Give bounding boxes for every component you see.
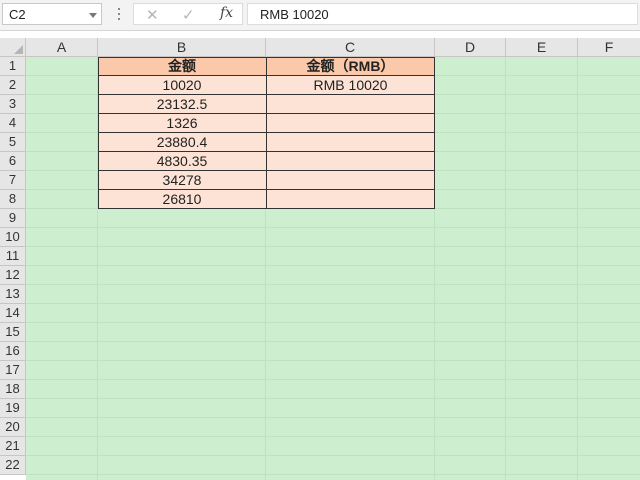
gridline — [26, 455, 640, 456]
column-header-e[interactable]: E — [506, 38, 578, 57]
formula-bar: C2 ✕ ✓ fx RMB 10020 — [0, 0, 640, 31]
row-header[interactable]: 18 — [0, 380, 26, 399]
gridline — [26, 341, 640, 342]
cell-c2[interactable]: RMB 10020 — [266, 76, 435, 95]
cell-b5[interactable]: 23880.4 — [98, 133, 266, 152]
row-header[interactable]: 12 — [0, 266, 26, 285]
cell-c3[interactable] — [266, 95, 435, 114]
gridline — [26, 227, 640, 228]
cancel-icon[interactable]: ✕ — [146, 6, 159, 24]
gridline — [26, 474, 640, 475]
row-header[interactable]: 5 — [0, 133, 26, 152]
cell-b7[interactable]: 34278 — [98, 171, 266, 190]
row-header[interactable]: 22 — [0, 456, 26, 475]
enter-icon[interactable]: ✓ — [182, 6, 195, 24]
row-header[interactable]: 14 — [0, 304, 26, 323]
row-header[interactable]: 20 — [0, 418, 26, 437]
cell-b1[interactable]: 金额 — [98, 57, 266, 76]
row-header[interactable]: 6 — [0, 152, 26, 171]
row-header[interactable]: 10 — [0, 228, 26, 247]
row-header[interactable]: 7 — [0, 171, 26, 190]
row-header[interactable]: 8 — [0, 190, 26, 209]
row-header[interactable]: 21 — [0, 437, 26, 456]
formula-input[interactable]: RMB 10020 — [247, 3, 638, 25]
cell-b6[interactable]: 4830.35 — [98, 152, 266, 171]
column-header-a[interactable]: A — [26, 38, 98, 57]
row-header[interactable]: 15 — [0, 323, 26, 342]
row-header[interactable]: 2 — [0, 76, 26, 95]
cell-c4[interactable] — [266, 114, 435, 133]
more-options-icon[interactable] — [118, 8, 121, 22]
gridline — [26, 303, 640, 304]
row-header[interactable]: 9 — [0, 209, 26, 228]
cell-c8[interactable] — [266, 190, 435, 209]
row-header[interactable]: 3 — [0, 95, 26, 114]
row-header[interactable]: 11 — [0, 247, 26, 266]
gridline — [26, 360, 640, 361]
cell-c7[interactable] — [266, 171, 435, 190]
row-header[interactable]: 1 — [0, 57, 26, 76]
cell-b3[interactable]: 23132.5 — [98, 95, 266, 114]
chevron-down-icon[interactable] — [89, 13, 97, 18]
column-header-c[interactable]: C — [266, 38, 435, 57]
name-box-value: C2 — [9, 7, 26, 22]
gridline — [26, 379, 640, 380]
formula-controls: ✕ ✓ fx — [133, 3, 243, 25]
column-header-b[interactable]: B — [98, 38, 266, 57]
gridline — [505, 57, 506, 480]
cell-c5[interactable] — [266, 133, 435, 152]
cell-c1[interactable]: 金额（RMB） — [266, 57, 435, 76]
gridline — [26, 246, 640, 247]
cell-b4[interactable]: 1326 — [98, 114, 266, 133]
cell-b8[interactable]: 26810 — [98, 190, 266, 209]
formula-text: RMB 10020 — [260, 7, 329, 22]
column-header-d[interactable]: D — [435, 38, 506, 57]
insert-function-icon[interactable]: fx — [220, 5, 233, 21]
gridline — [26, 284, 640, 285]
gridline — [26, 322, 640, 323]
row-header[interactable]: 16 — [0, 342, 26, 361]
gridline — [26, 436, 640, 437]
row-header[interactable]: 17 — [0, 361, 26, 380]
gridline — [26, 398, 640, 399]
name-box[interactable]: C2 — [2, 3, 102, 25]
cell-b2[interactable]: 10020 — [98, 76, 266, 95]
row-header[interactable]: 19 — [0, 399, 26, 418]
row-header[interactable]: 13 — [0, 285, 26, 304]
gridline — [577, 57, 578, 480]
select-all-button[interactable] — [0, 38, 26, 57]
row-header[interactable]: 4 — [0, 114, 26, 133]
select-all-icon — [14, 45, 23, 54]
cell-c6[interactable] — [266, 152, 435, 171]
gridline — [26, 417, 640, 418]
column-header-f[interactable]: F — [578, 38, 640, 57]
gridline — [26, 265, 640, 266]
table-rule — [266, 57, 267, 209]
